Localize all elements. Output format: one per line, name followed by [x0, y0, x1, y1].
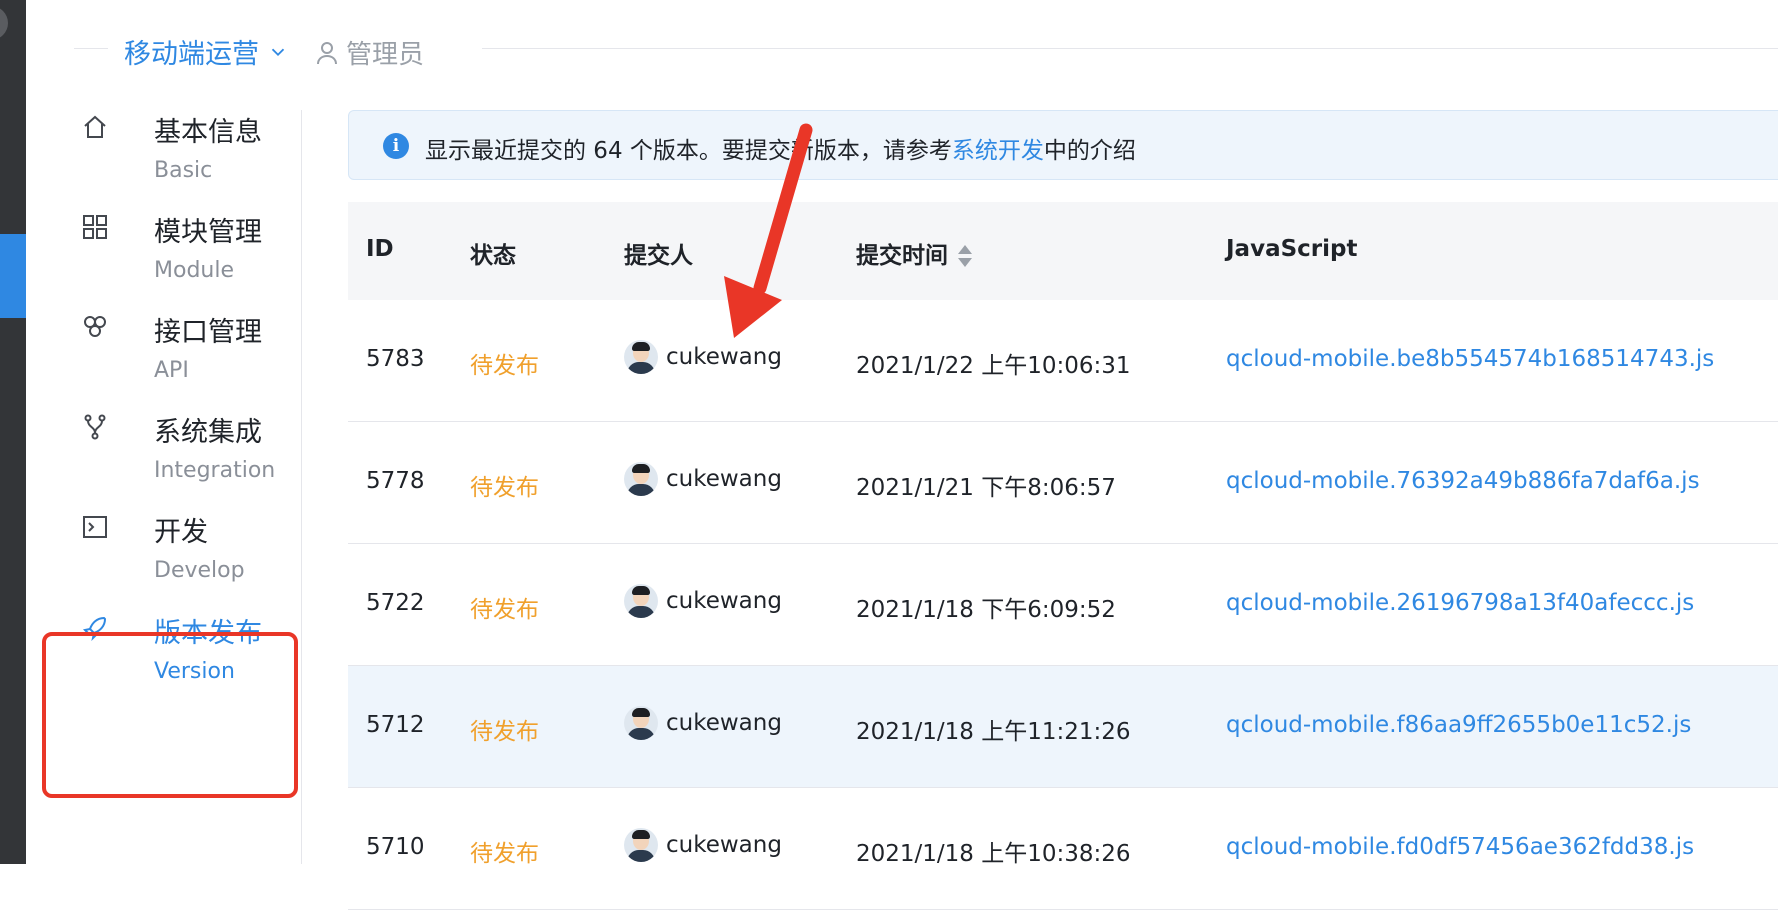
home-icon: [84, 115, 106, 138]
avatar: [624, 706, 658, 740]
cell-time: 2021/1/18 上午10:38:26: [856, 841, 1131, 867]
cell-id: 5722: [366, 590, 425, 616]
rail-active-indicator: [0, 234, 26, 318]
cell-status: 待发布: [470, 353, 539, 379]
cell-status: 待发布: [470, 475, 539, 501]
cell-status: 待发布: [470, 841, 539, 867]
table-row[interactable]: 5710 待发布 cukewang 2021/1/18 上午10:38:26 q…: [348, 788, 1778, 910]
avatar: [624, 828, 658, 862]
cell-status: 待发布: [470, 597, 539, 623]
notice-text-after: 中的介绍: [1043, 138, 1136, 164]
column-header-time[interactable]: 提交时间: [856, 236, 972, 270]
project-switcher[interactable]: 移动端运营: [124, 32, 289, 71]
cell-submitter: cukewang: [624, 828, 782, 862]
sidebar-item-label: 基本信息: [154, 117, 262, 148]
sidebar-item-sublabel: Integration: [154, 458, 276, 483]
notice-link[interactable]: 系统开发: [952, 138, 1044, 164]
user-icon: [317, 41, 337, 64]
terminal-icon: [83, 516, 107, 538]
table-row[interactable]: 5712 待发布 cukewang 2021/1/18 上午11:21:26 q…: [348, 666, 1778, 788]
annotation-highlight-box: [42, 632, 298, 798]
submitter-name: cukewang: [666, 710, 782, 736]
table-header: ID 状态 提交人 提交时间 JavaScript: [348, 202, 1778, 300]
table-row[interactable]: 5783 待发布 cukewang 2021/1/22 上午10:06:31 q…: [348, 300, 1778, 422]
info-icon: i: [383, 133, 409, 159]
cell-status: 待发布: [470, 719, 539, 745]
submitter-name: cukewang: [666, 832, 782, 858]
cell-time: 2021/1/21 下午8:06:57: [856, 475, 1116, 501]
cell-id: 5710: [366, 834, 425, 860]
cell-submitter: cukewang: [624, 706, 782, 740]
sidebar-item-integration[interactable]: 系统集成 Integration: [82, 400, 292, 500]
header-divider-left: [74, 48, 108, 49]
sidebar-item-sublabel: Develop: [154, 558, 245, 583]
sidebar-item-module[interactable]: 模块管理 Module: [82, 200, 292, 300]
rail-avatar[interactable]: [0, 6, 8, 40]
version-table: ID 状态 提交人 提交时间 JavaScript 5783 待发布 cukew…: [348, 202, 1778, 910]
page-header: 移动端运营 管理员: [26, 0, 1778, 100]
column-header-time-label: 提交时间: [856, 243, 948, 269]
sidebar-item-sublabel: Basic: [154, 158, 213, 183]
notice-text: 显示最近提交的 64 个版本。要提交新版本，请参考系统开发中的介绍: [425, 131, 1136, 165]
table-row[interactable]: 5722 待发布 cukewang 2021/1/18 下午6:09:52 qc…: [348, 544, 1778, 666]
grid-icon: [83, 215, 107, 239]
avatar: [624, 584, 658, 618]
cell-submitter: cukewang: [624, 462, 782, 496]
sidebar-item-sublabel: Module: [154, 258, 234, 283]
user-role: 管理员: [316, 34, 424, 71]
cell-javascript-link[interactable]: qcloud-mobile.fd0df57456ae362fdd38.js: [1226, 834, 1694, 860]
avatar: [624, 340, 658, 374]
avatar: [624, 462, 658, 496]
cell-id: 5712: [366, 712, 425, 738]
sidebar-item-api[interactable]: 接口管理 API: [82, 300, 292, 400]
cell-javascript-link[interactable]: qcloud-mobile.76392a49b886fa7daf6a.js: [1226, 468, 1700, 494]
cell-id: 5778: [366, 468, 425, 494]
header-divider-right: [482, 48, 1778, 49]
cell-javascript-link[interactable]: qcloud-mobile.be8b554574b168514743.js: [1226, 346, 1714, 372]
table-row[interactable]: 5778 待发布 cukewang 2021/1/21 下午8:06:57 qc…: [348, 422, 1778, 544]
cell-time: 2021/1/22 上午10:06:31: [856, 353, 1131, 379]
sidebar-divider: [301, 110, 302, 864]
sidebar-item-label: 接口管理: [154, 317, 262, 348]
cell-javascript-link[interactable]: qcloud-mobile.f86aa9ff2655b0e11c52.js: [1226, 712, 1691, 738]
chevron-down-icon: [271, 48, 285, 56]
column-header-id: ID: [366, 236, 394, 262]
sidebar-item-basic[interactable]: 基本信息 Basic: [82, 100, 292, 200]
sidebar-item-label: 系统集成: [154, 417, 262, 448]
submitter-name: cukewang: [666, 588, 782, 614]
integration-icon: [84, 414, 106, 440]
cell-javascript-link[interactable]: qcloud-mobile.26196798a13f40afeccc.js: [1226, 590, 1694, 616]
cell-submitter: cukewang: [624, 340, 782, 374]
cell-submitter: cukewang: [624, 584, 782, 618]
column-header-javascript: JavaScript: [1226, 236, 1358, 262]
info-notice: i 显示最近提交的 64 个版本。要提交新版本，请参考系统开发中的介绍: [348, 110, 1778, 180]
sidebar-item-label: 开发: [154, 517, 208, 548]
role-label: 管理员: [346, 40, 425, 70]
sidebar-item-sublabel: API: [154, 358, 189, 383]
sidebar-item-develop[interactable]: 开发 Develop: [82, 500, 292, 600]
sort-icon[interactable]: [958, 244, 972, 270]
notice-text-before: 显示最近提交的 64 个版本。要提交新版本，请参考: [425, 138, 952, 164]
project-name: 移动端运营: [124, 39, 259, 70]
column-header-status: 状态: [470, 243, 516, 269]
submitter-name: cukewang: [666, 466, 782, 492]
app-side-rail: [0, 0, 26, 864]
cell-time: 2021/1/18 上午11:21:26: [856, 719, 1131, 745]
cell-time: 2021/1/18 下午6:09:52: [856, 597, 1116, 623]
api-icon: [84, 316, 106, 337]
cell-id: 5783: [366, 346, 425, 372]
column-header-submitter: 提交人: [624, 243, 693, 269]
sidebar-item-label: 模块管理: [154, 217, 262, 248]
submitter-name: cukewang: [666, 344, 782, 370]
